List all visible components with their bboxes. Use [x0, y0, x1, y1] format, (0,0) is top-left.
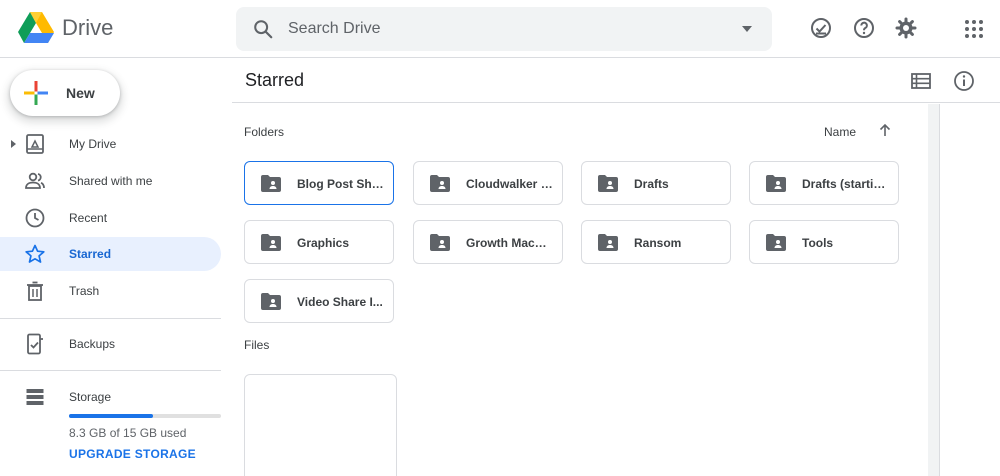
- search-input[interactable]: [288, 7, 708, 51]
- drive-logo-icon[interactable]: [18, 12, 54, 44]
- info-icon[interactable]: [952, 69, 976, 93]
- folder-name: Blog Post Sha...: [297, 177, 385, 191]
- shared-folder-icon: [430, 234, 450, 251]
- folder-name: Video Share I...: [297, 295, 383, 309]
- storage-used-text: 8.3 GB of 15 GB used: [69, 426, 187, 440]
- folder-tile[interactable]: Cloudwalker s...: [413, 161, 563, 205]
- trash-icon: [27, 281, 43, 301]
- star-icon: [25, 244, 45, 263]
- sidebar-item-starred[interactable]: Starred: [0, 237, 221, 271]
- new-button-label: New: [66, 85, 95, 101]
- new-button[interactable]: New: [10, 70, 120, 116]
- storage-usage-bar: [69, 414, 221, 418]
- expand-arrow-icon[interactable]: [11, 140, 16, 148]
- offline-check-icon[interactable]: [809, 16, 833, 40]
- help-icon[interactable]: [852, 16, 876, 40]
- search-options-chevron-down-icon[interactable]: [742, 26, 752, 32]
- main-header: Starred: [232, 58, 1000, 103]
- sidebar-divider: [0, 318, 221, 319]
- clock-icon: [25, 208, 45, 228]
- sidebar-item-label: Storage: [69, 390, 112, 404]
- sidebar-item-shared-with-me[interactable]: Shared with me: [0, 164, 221, 198]
- sidebar-item-backups[interactable]: Backups: [0, 327, 221, 361]
- details-panel-divider: [939, 104, 940, 476]
- sidebar-item-my-drive[interactable]: My Drive: [0, 127, 221, 161]
- folder-name: Ransom: [634, 236, 682, 250]
- shared-folder-icon: [261, 293, 281, 310]
- folder-tile[interactable]: Blog Post Sha...: [244, 161, 394, 205]
- folder-tile[interactable]: Drafts: [581, 161, 731, 205]
- page-title: Starred: [245, 70, 305, 90]
- sidebar-item-label: Starred: [69, 247, 112, 261]
- plus-icon: [24, 81, 48, 105]
- backup-phone-icon: [27, 333, 43, 355]
- folder-name: Growth Machi...: [466, 236, 554, 250]
- sidebar-item-label: Recent: [69, 211, 108, 225]
- search-bar[interactable]: [236, 7, 772, 51]
- folder-name: Cloudwalker s...: [466, 177, 554, 191]
- sidebar-item-label: Shared with me: [69, 174, 153, 188]
- folder-name: Drafts: [634, 177, 669, 191]
- shared-folder-icon: [598, 234, 618, 251]
- folder-tile[interactable]: Growth Machi...: [413, 220, 563, 264]
- folder-name: Graphics: [297, 236, 350, 250]
- files-section-label: Files: [244, 338, 270, 352]
- sidebar-item-storage[interactable]: Storage: [0, 380, 221, 414]
- list-view-icon[interactable]: [910, 70, 932, 92]
- my-drive-icon: [26, 134, 44, 154]
- sort-ascending-arrow-icon[interactable]: [877, 122, 893, 138]
- folders-section-label: Folders: [244, 125, 285, 139]
- apps-grid-icon[interactable]: [963, 18, 985, 40]
- sort-by-name-button[interactable]: Name: [824, 125, 856, 139]
- sidebar-divider: [0, 370, 221, 371]
- folder-name: Tools: [802, 236, 834, 250]
- shared-folder-icon: [261, 175, 281, 192]
- folder-tile[interactable]: Tools: [749, 220, 899, 264]
- shared-folder-icon: [766, 234, 786, 251]
- scrollbar-track[interactable]: [928, 104, 939, 476]
- sidebar-item-recent[interactable]: Recent: [0, 201, 221, 235]
- shared-people-icon: [25, 172, 45, 189]
- folder-tile[interactable]: Drafts (startin...: [749, 161, 899, 205]
- shared-folder-icon: [598, 175, 618, 192]
- settings-gear-icon[interactable]: [894, 16, 918, 40]
- sidebar-item-trash[interactable]: Trash: [0, 274, 221, 308]
- folder-tile[interactable]: Video Share I...: [244, 279, 394, 323]
- shared-folder-icon: [430, 175, 450, 192]
- sidebar-item-label: My Drive: [69, 137, 117, 151]
- folder-name: Drafts (startin...: [802, 177, 890, 191]
- shared-folder-icon: [766, 175, 786, 192]
- upgrade-storage-link[interactable]: UPGRADE STORAGE: [69, 447, 196, 461]
- search-icon[interactable]: [252, 18, 274, 40]
- top-app-bar: Drive: [0, 0, 1000, 58]
- storage-usage-fill: [69, 414, 154, 418]
- folder-tile[interactable]: Ransom: [581, 220, 731, 264]
- sidebar-item-label: Backups: [69, 337, 116, 351]
- storage-icon: [26, 389, 44, 405]
- shared-folder-icon: [261, 234, 281, 251]
- sidebar-item-label: Trash: [69, 284, 100, 298]
- file-card[interactable]: [244, 374, 397, 476]
- folder-tile[interactable]: Graphics: [244, 220, 394, 264]
- app-name[interactable]: Drive: [62, 15, 113, 41]
